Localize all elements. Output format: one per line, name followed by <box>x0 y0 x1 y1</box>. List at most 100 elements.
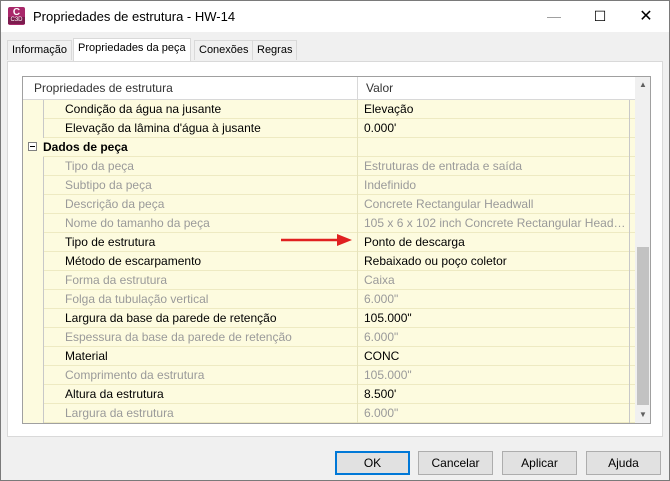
row-right-border <box>629 290 630 309</box>
row-right-border <box>629 233 630 252</box>
column-separator <box>357 157 358 176</box>
property-row: Subtipo da peça Indefinido <box>23 176 635 195</box>
property-name: Comprimento da estrutura <box>65 368 205 382</box>
property-row: Descrição da peça Concrete Rectangular He… <box>23 195 635 214</box>
row-indent-line <box>43 157 44 176</box>
column-separator <box>357 214 358 233</box>
row-gutter <box>23 233 43 252</box>
property-value[interactable]: CONC <box>364 349 629 363</box>
row-indent-line <box>43 233 44 252</box>
column-separator <box>357 119 358 138</box>
grid-header: Propriedades de estrutura Valor <box>23 77 635 100</box>
property-value: 6.000" <box>364 330 399 344</box>
row-indent-line <box>43 404 44 423</box>
property-value: 6.000" <box>364 406 399 420</box>
property-name: Nome do tamanho da peça <box>65 216 210 230</box>
row-right-border <box>629 385 630 404</box>
property-name: Espessura da base da parede de retenção <box>65 330 292 344</box>
property-row[interactable]: Condição da água na jusante Elevação <box>23 100 635 119</box>
vertical-scrollbar[interactable]: ▲ ▼ <box>635 77 650 423</box>
property-value[interactable]: 105.000" <box>364 311 629 325</box>
column-separator <box>357 328 358 347</box>
property-row[interactable]: Material CONC <box>23 347 635 366</box>
column-separator <box>357 271 358 290</box>
row-indent-line <box>43 385 44 404</box>
apply-button[interactable]: Aplicar <box>502 451 577 475</box>
property-value: 6.000" <box>364 292 399 306</box>
minimize-button[interactable]: — <box>531 1 577 32</box>
tab-panel: Propriedades de estrutura Valor Condição… <box>7 61 663 437</box>
property-name: Material <box>65 349 108 363</box>
tab-propriedades-da-peca[interactable]: Propriedades da peça <box>73 38 191 61</box>
tab-informacao[interactable]: Informação <box>7 40 73 60</box>
property-row[interactable]: Altura da estrutura 8.500' <box>23 385 635 404</box>
row-right-border <box>629 309 630 328</box>
row-indent-line <box>43 195 44 214</box>
row-indent-line <box>43 328 44 347</box>
property-name: Forma da estrutura <box>65 273 168 287</box>
column-separator <box>357 404 358 423</box>
property-value[interactable]: 8.500' <box>364 387 629 401</box>
tab-regras[interactable]: Regras <box>252 40 298 60</box>
row-indent-line <box>43 100 44 119</box>
property-row: Largura da estrutura 6.000" <box>23 404 635 423</box>
row-right-border <box>629 138 630 157</box>
property-value[interactable]: Rebaixado ou poço coletor <box>364 254 629 268</box>
row-gutter <box>23 176 43 195</box>
row-right-border <box>629 100 630 119</box>
row-indent-line <box>43 290 44 309</box>
property-name: Elevação da lâmina d'água à jusante <box>65 121 261 135</box>
property-row[interactable]: Elevação da lâmina d'água à jusante 0.000… <box>23 119 635 138</box>
row-gutter <box>23 157 43 176</box>
window-title: Propriedades de estrutura - HW-14 <box>33 9 236 24</box>
maximize-button[interactable]: ☐ <box>577 1 623 32</box>
row-gutter <box>23 328 43 347</box>
row-gutter <box>23 214 43 233</box>
property-name: Altura da estrutura <box>65 387 164 401</box>
row-gutter <box>23 271 43 290</box>
scroll-up-arrow-icon[interactable]: ▲ <box>635 77 650 93</box>
cancel-button[interactable]: Cancelar <box>418 451 493 475</box>
property-value[interactable]: 0.000' <box>364 121 629 135</box>
property-row: Nome do tamanho da peça 105 x 6 x 102 inc… <box>23 214 635 233</box>
structure-properties-dialog: C C3D Propriedades de estrutura - HW-14 … <box>0 0 670 481</box>
close-button[interactable]: ✕ <box>623 1 669 32</box>
column-separator <box>357 290 358 309</box>
row-right-border <box>629 252 630 271</box>
property-grid: Propriedades de estrutura Valor Condição… <box>22 76 651 424</box>
row-right-border <box>629 347 630 366</box>
header-value[interactable]: Valor <box>366 81 393 95</box>
property-row[interactable]: Largura da base da parede de retenção 105… <box>23 309 635 328</box>
row-gutter <box>23 195 43 214</box>
property-value[interactable]: Elevação <box>364 102 629 116</box>
property-name: Folga da tubulação vertical <box>65 292 209 306</box>
row-indent-line <box>43 366 44 385</box>
row-gutter <box>23 347 43 366</box>
scroll-down-arrow-icon[interactable]: ▼ <box>635 407 650 423</box>
property-value[interactable]: Ponto de descarga <box>364 235 629 249</box>
property-value: Concrete Rectangular Headwall <box>364 197 534 211</box>
property-value: 105 x 6 x 102 inch Concrete Rectangular … <box>364 216 629 230</box>
row-gutter <box>23 385 43 404</box>
column-separator <box>357 100 358 119</box>
header-property[interactable]: Propriedades de estrutura <box>34 81 173 95</box>
column-separator <box>357 176 358 195</box>
row-gutter <box>23 252 43 271</box>
scroll-thumb[interactable] <box>637 247 649 405</box>
tab-conexoes[interactable]: Conexões <box>194 40 254 60</box>
property-name: Largura da estrutura <box>65 406 174 420</box>
property-name: Tipo de estrutura <box>65 235 156 249</box>
ok-button[interactable]: OK <box>335 451 410 475</box>
row-right-border <box>629 195 630 214</box>
row-gutter <box>23 309 43 328</box>
property-row: Comprimento da estrutura 105.000" <box>23 366 635 385</box>
property-row: Forma da estrutura Caixa <box>23 271 635 290</box>
header-separator[interactable] <box>357 77 358 100</box>
column-separator <box>357 252 358 271</box>
help-button[interactable]: Ajuda <box>586 451 661 475</box>
row-indent-line <box>43 252 44 271</box>
row-right-border <box>629 328 630 347</box>
category-row[interactable]: Dados de peça <box>23 138 635 157</box>
collapse-minus-icon[interactable] <box>28 142 37 151</box>
property-row[interactable]: Método de escarpamento Rebaixado ou poço … <box>23 252 635 271</box>
